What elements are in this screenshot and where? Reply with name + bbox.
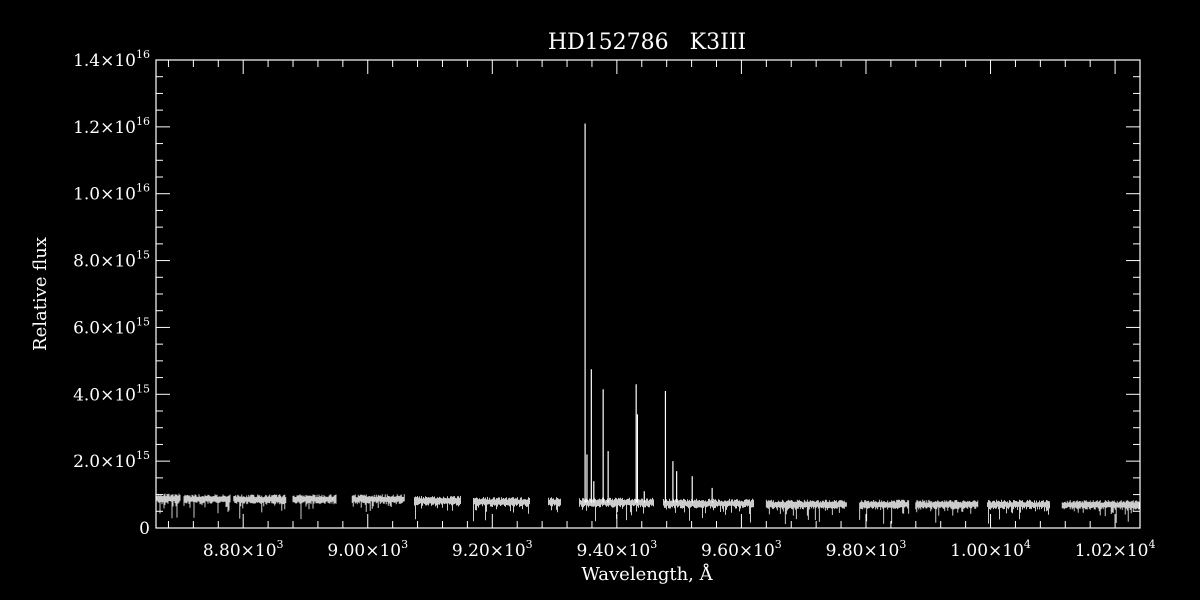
chart-canvas: 8.80×103 9.00×103 9.20×103 9.40×103 9.60×103…: [0, 0, 1200, 600]
x-tick-label: 1.00×104: [950, 538, 1031, 561]
x-tick-label: 9.00×103: [327, 538, 408, 561]
chart-title: HD152786 K3III: [548, 30, 746, 55]
x-axis-label: Wavelength, Å: [581, 563, 713, 585]
x-tick-label: 9.60×103: [701, 538, 782, 561]
spectrum-chart: 8.80×103 9.00×103 9.20×103 9.40×103 9.60×103…: [0, 0, 1200, 600]
x-tick-label: 1.02×104: [1075, 538, 1156, 561]
x-tick-label: 8.80×103: [203, 538, 284, 561]
x-tick-label: 9.80×103: [826, 538, 907, 561]
x-tick-label: 9.40×103: [576, 538, 657, 561]
y-axis-label: Relative flux: [30, 237, 51, 351]
x-tick-label: 9.20×103: [452, 538, 533, 561]
y-tick-label: 0: [139, 519, 150, 539]
